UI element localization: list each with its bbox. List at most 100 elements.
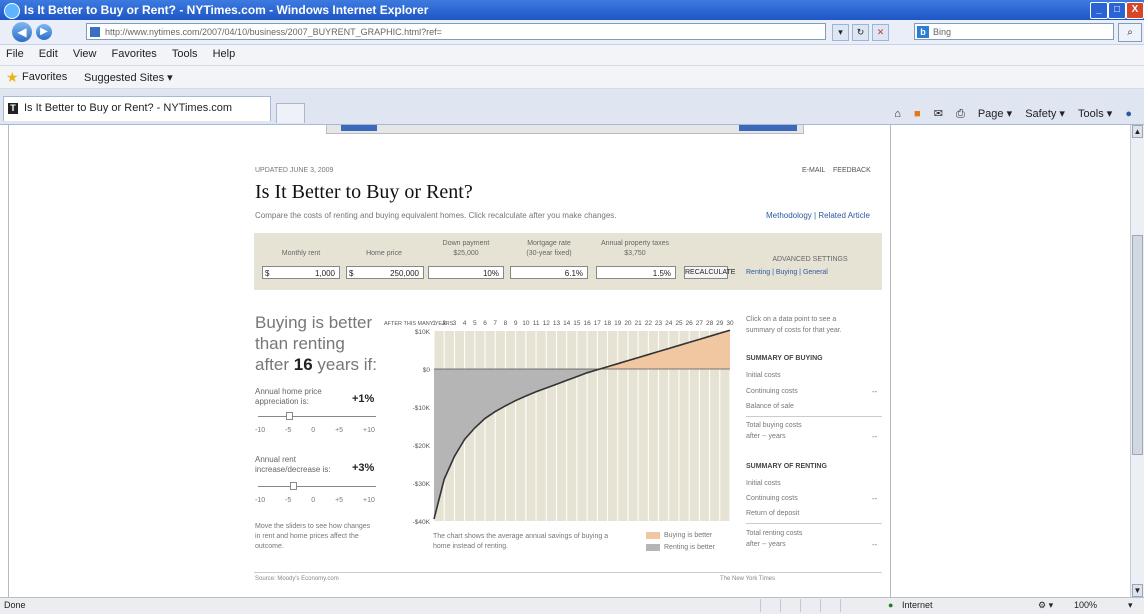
verdict-years: 16 [293,355,313,374]
scroll-up-button[interactable]: ▲ [1132,125,1143,138]
home-appreciation-value: +1% [352,393,375,405]
buy-initial-costs: Initial costs [746,372,781,379]
home-price-input[interactable]: $ 250,000 [346,266,424,279]
x-tick-label: 30 [726,320,734,327]
x-tick-label: 9 [514,320,518,327]
rent-change-ticks: -10 -5 0 +5 +10 [255,497,375,504]
scroll-down-button[interactable]: ▼ [1132,584,1143,597]
protected-mode-icon[interactable]: ⚙ ▾ [1038,600,1053,611]
help-icon[interactable]: ● [1125,108,1132,120]
address-bar[interactable]: http://www.nytimes.com/2007/04/10/busine… [86,23,826,40]
stop-icon[interactable]: ✕ [872,24,889,41]
forward-button[interactable]: ▶ [36,24,52,40]
print-icon[interactable]: ⎙ [956,108,965,120]
home-appreciation-label: Annual home price appreciation is: [255,387,322,407]
ad-banner[interactable] [326,125,804,134]
favorites-button[interactable]: Favorites [22,71,67,83]
back-button[interactable]: ◀ [12,22,32,42]
new-tab-button[interactable] [276,103,305,123]
favorites-bar: ★ Favorites Suggested Sites ▾ [0,66,1144,89]
down-payment-value: 10% [482,269,499,278]
safety-menu[interactable]: Safety ▾ [1025,108,1065,120]
rent-change-slider-track[interactable] [258,486,376,487]
suggested-sites-button[interactable]: Suggested Sites ▾ [84,71,173,84]
menu-file[interactable]: File [6,48,24,60]
advanced-settings-links[interactable]: Renting | Buying | General [746,269,828,276]
go-icon[interactable]: ▾ [832,24,849,41]
search-box[interactable]: b Bing [914,23,1114,40]
refresh-icon[interactable]: ↻ [852,24,869,41]
x-tick-label: 23 [655,320,663,327]
favorites-star-icon[interactable]: ★ [6,70,19,84]
home-price-label: Home price [366,250,402,257]
verdict-line-2: than renting [255,334,345,353]
verdict-post: years if: [317,355,377,374]
down-payment-input[interactable]: 10% [428,266,504,279]
page-title: Is It Better to Buy or Rent? [255,181,473,203]
click-hint-1: Click on a data point to see a [746,316,837,323]
status-text: Done [4,600,26,610]
recalculate-button[interactable]: RECALCULATE [684,266,735,279]
maximize-button[interactable]: □ [1108,2,1126,19]
y-tick-label: $10K [415,329,431,336]
home-appreciation-label-2: appreciation is: [255,397,309,406]
feedback-link[interactable]: FEEDBACK [833,167,871,174]
y-tick-label: -$10K [413,405,431,412]
scroll-thumb[interactable] [1132,235,1143,455]
tools-menu[interactable]: Tools ▾ [1078,108,1112,120]
legend-rent-label: Renting is better [664,544,715,551]
dollar-prefix: $ [349,269,354,278]
monthly-rent-label: Monthly rent [281,250,321,257]
command-bar: ⌂ ■ ✉ ⎙ Page ▾ Safety ▾ Tools ▾ ● [884,107,1132,121]
zoom-level[interactable]: 100% [1074,600,1097,610]
security-zone: Internet [902,600,933,610]
menu-view[interactable]: View [73,48,97,60]
feeds-icon[interactable]: ■ [914,108,921,120]
active-tab[interactable]: T Is It Better to Buy or Rent? - NYTimes… [3,96,271,121]
x-tick-label: 5 [473,320,477,327]
menu-help[interactable]: Help [213,48,236,60]
vertical-scrollbar[interactable]: ▲ ▼ [1130,125,1144,597]
methodology-links[interactable]: Methodology | Related Article [766,211,870,220]
search-button[interactable]: ⌕ [1118,23,1142,42]
monthly-rent-input[interactable]: $ 1,000 [262,266,340,279]
tab-bar: T Is It Better to Buy or Rent? - NYTimes… [0,89,1144,125]
home-appreciation-slider-track[interactable] [258,416,376,417]
mortgage-rate-input[interactable]: 6.1% [510,266,588,279]
verdict-line-1: Buying is better [255,313,373,332]
close-button[interactable]: X [1126,2,1144,19]
rent-continuing-value: -- [872,494,878,503]
email-link[interactable]: E-MAIL [802,167,825,174]
mail-icon[interactable]: ✉ [934,108,943,120]
menu-tools[interactable]: Tools [172,48,198,60]
x-tick-label: 7 [493,320,497,327]
globe-icon: ● [888,600,894,610]
x-tick-label: 4 [463,320,467,327]
buy-continuing-costs: Continuing costs [746,388,798,395]
property-taxes-amount: $3,750 [624,250,646,257]
zoom-dropdown-icon[interactable]: ▾ [1128,600,1133,611]
mortgage-rate-value: 6.1% [564,269,583,278]
minimize-button[interactable]: _ [1090,2,1108,19]
menu-favorites[interactable]: Favorites [112,48,157,60]
home-appreciation-slider-thumb[interactable] [286,412,293,420]
page-menu[interactable]: Page ▾ [978,108,1012,120]
home-price-value: 250,000 [390,269,419,278]
rent-change-slider-thumb[interactable] [290,482,297,490]
down-payment-amount: $25,000 [453,250,479,257]
home-icon[interactable]: ⌂ [894,108,901,120]
page-content: UPDATED JUNE 3, 2009 E-MAIL FEEDBACK Is … [0,125,1130,597]
property-taxes-input[interactable]: 1.5% [596,266,676,279]
nyt-favicon: T [8,103,18,114]
x-tick-label: 18 [604,320,612,327]
property-taxes-value: 1.5% [652,269,671,278]
menu-edit[interactable]: Edit [39,48,58,60]
buy-total-value: -- [872,432,878,441]
rent-change-label-1: Annual rent [255,455,296,464]
address-text: http://www.nytimes.com/2007/04/10/busine… [105,27,442,37]
buy-total-label: Total buying costs [746,422,802,429]
buy-vs-rent-chart[interactable]: 1 2 3 4 5 6 7 8 9 10 11 12 13 14 15 16 17 18 19 20 21 22 23 24 2… [384,303,736,528]
x-tick-label: 13 [553,320,561,327]
down-payment-label: Down payment [442,240,490,247]
monthly-rent-value: 1,000 [314,269,335,278]
